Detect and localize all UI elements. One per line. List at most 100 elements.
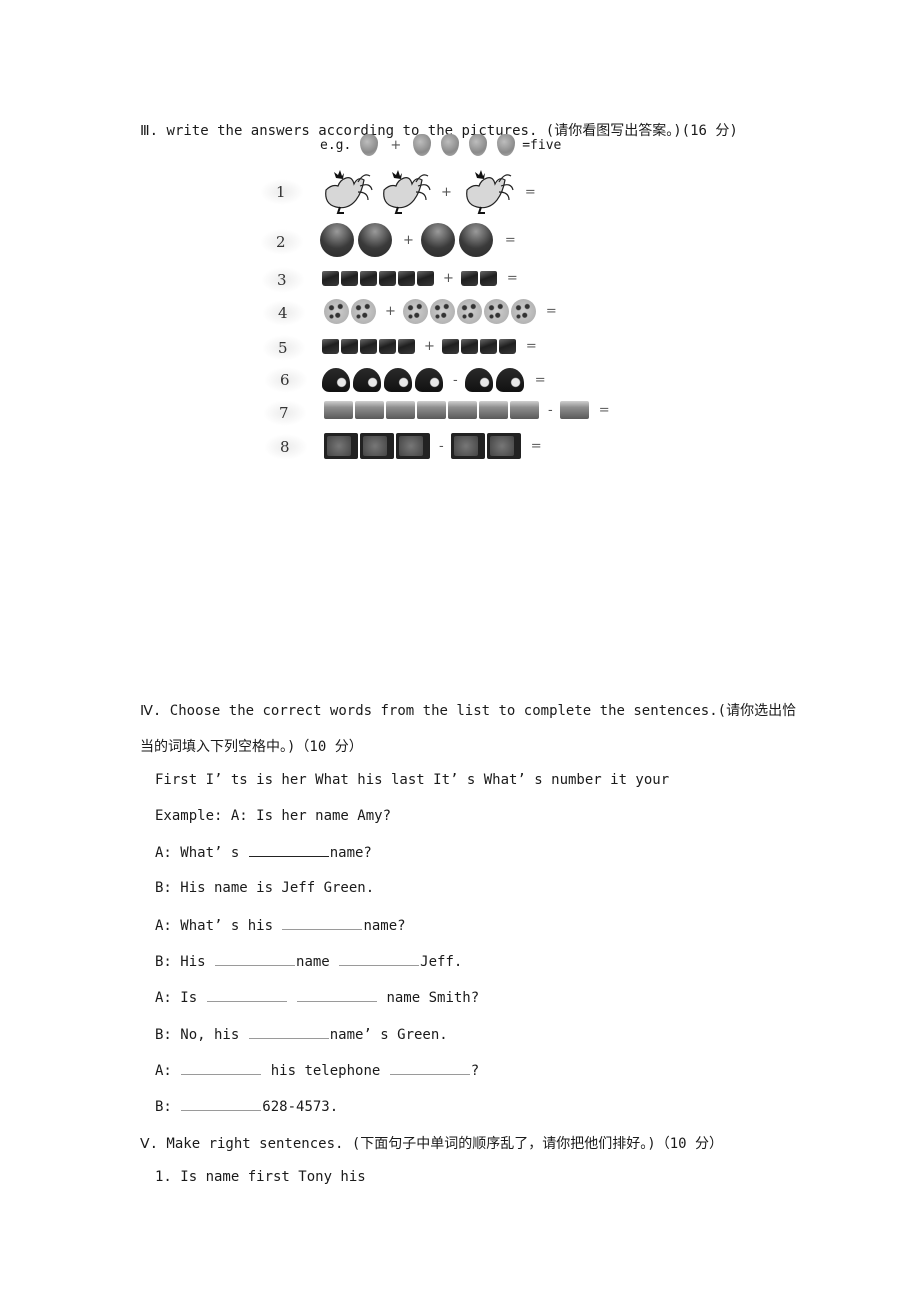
answer-blank[interactable] [248,1026,329,1039]
problem-number: 1 [276,183,286,201]
cookie-icon [483,298,509,324]
tv-icon [360,433,394,459]
cookie-icon [351,298,376,324]
answer-blank[interactable] [181,1062,262,1075]
strawberry-icon [413,134,432,156]
answer-blank[interactable] [181,1098,262,1112]
example-operator: + [390,137,402,153]
sentence-item: 1. Is name first Tony his [155,1169,366,1185]
plus-sign: + [385,303,396,319]
problem-number: 7 [279,404,289,422]
dialogue-text: B: His name is Jeff Green. [155,880,375,897]
helmet-icon [322,368,350,392]
basketball-icon [420,223,455,257]
section-4-heading-line2: 当的词填入下列空格中。)（10 分） [140,739,363,755]
problem-row: + = [318,170,536,214]
strawberry-icon [497,134,516,156]
problem-number: 3 [277,271,287,289]
gift-box-icon [479,270,497,286]
gift-box-icon [417,270,434,286]
problem-row: + = [322,268,518,288]
word-list: First I’ ts is her What his last It’ s W… [155,772,670,788]
dialogue-text: name? [329,845,372,861]
example-result: =five [522,137,562,153]
dialogue-text: A: What’ s [155,845,248,861]
answer-blank[interactable] [215,953,296,966]
basket-icon [386,401,415,419]
basket-icon [448,401,477,419]
dialogue-text: A: Is [155,990,206,1007]
dialogue-line: A: What’ s his name? [155,917,406,934]
tv-icon [450,433,485,459]
dialogue-text: A: [155,1062,181,1079]
problem-row: + = [320,222,516,258]
dialogue-line: B: 628-4573. [155,1098,338,1115]
gift-box-icon [479,338,497,354]
gift-box-icon [322,338,339,354]
cookie-icon [429,298,455,324]
helmet-icon [353,368,381,392]
dialogue-text: name? [363,917,406,934]
dialogue-line: B: His name Jeff. [155,953,462,970]
plus-sign: + [403,232,414,248]
gift-box-icon [460,338,478,354]
gift-box-icon [341,338,358,354]
problem-number: 4 [278,304,288,322]
dialogue-text: 628-4573. [262,1099,339,1116]
answer-blank[interactable] [339,953,420,966]
minus-sign: - [453,372,458,388]
dialogue-text: ? [470,1062,480,1079]
equals-sign: = [506,270,518,286]
minus-sign: - [548,402,553,418]
dialogue-line: B: His name is Jeff Green. [155,880,374,896]
cookie-icon [402,298,428,324]
hen-icon [459,170,515,214]
plus-sign: + [424,338,435,354]
example-left-group [355,134,383,156]
hen-icon [376,170,432,214]
equals-sign: = [545,303,557,319]
dialogue-line: A: What’ s name? [155,844,372,861]
problem-row: - = [324,432,542,460]
gift-box-icon [498,338,516,354]
gift-box-icon [322,270,339,286]
problem-row: + = [322,336,537,356]
dialogue-text: name’ s Green. [329,1026,448,1043]
basket-icon [324,401,353,419]
cookie-icon [324,298,349,324]
example-label: e.g. [320,137,352,153]
strawberry-icon [441,134,460,156]
tv-icon [324,433,358,459]
gift-box-icon [360,270,377,286]
basketball-icon [320,223,354,257]
equals-sign: = [504,232,516,248]
problem-row: + = [324,296,557,326]
gift-box-icon [398,270,415,286]
answer-blank[interactable] [248,844,329,857]
equals-sign: = [525,338,537,354]
answer-blank[interactable] [297,989,378,1003]
helmet-icon [495,368,524,392]
dialogue-text: A: What’ s his [155,917,282,934]
dialogue-text: B: His [155,953,215,970]
helmet-icon [384,368,412,392]
gift-box-icon [341,270,358,286]
answer-blank[interactable] [206,989,287,1003]
dialogue-text: name Smith? [378,990,480,1007]
dialogue-line: B: No, his name’ s Green. [155,1026,448,1043]
gift-box-icon [360,338,377,354]
plus-sign: + [443,270,454,286]
dialogue-text: name [296,953,339,970]
basket-icon [479,401,508,419]
dialogue-text: B: No, his [155,1026,248,1043]
answer-blank[interactable] [389,1062,470,1075]
example-right-group [408,134,520,156]
gift-box-icon [379,270,396,286]
problem-number: 8 [280,438,290,456]
section-5-heading: Ⅴ. Make right sentences. (下面句子中单词的顺序乱了，请… [140,1136,724,1152]
helmet-icon [415,368,443,392]
dialogue-line: A: Is name Smith? [155,989,479,1006]
answer-blank[interactable] [282,917,363,930]
equals-sign: = [534,372,546,388]
gift-box-icon [441,338,459,354]
